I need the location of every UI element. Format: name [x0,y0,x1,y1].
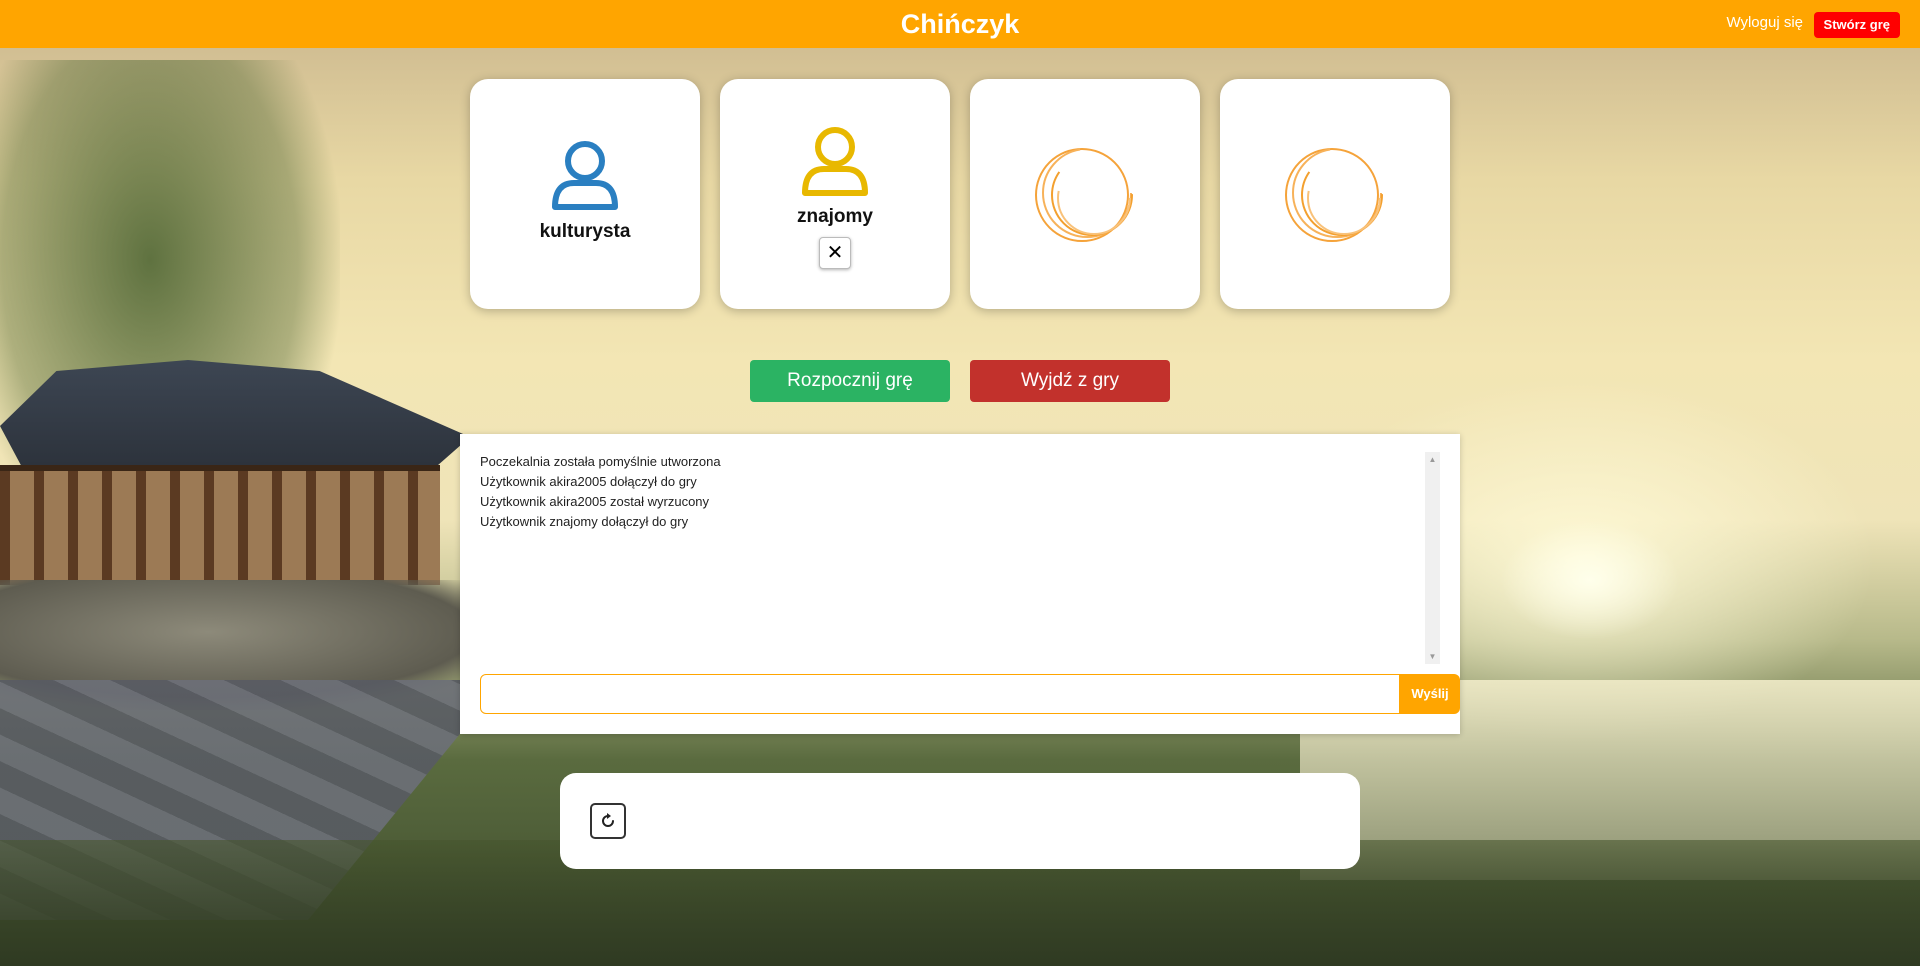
loading-spinner-icon [1285,148,1383,242]
refresh-icon [602,813,614,827]
kick-player-button[interactable]: ✕ [819,237,851,269]
player-slot-2: znajomy ✕ [720,79,950,309]
chat-panel: Poczekalnia została pomyślnie utworzona … [460,434,1460,734]
user-icon [802,127,868,196]
top-bar: Chińczyk Wyloguj się Stwórz grę [0,0,1920,48]
create-game-button[interactable]: Stwórz grę [1813,12,1900,38]
logout-link[interactable]: Wyloguj się [1726,0,1803,48]
user-icon [552,141,618,210]
chat-message: Użytkownik akira2005 został wyrzucony [480,494,710,509]
send-button[interactable]: Wyślij [1400,674,1460,714]
close-icon: ✕ [826,242,844,264]
app-title: Chińczyk [900,9,1020,39]
player-slot-4 [1220,79,1450,309]
loading-spinner-icon [1035,148,1133,242]
chat-message: Użytkownik znajomy dołączył do gry [480,514,689,529]
game-list-panel [560,773,1360,869]
chat-scrollbar[interactable]: ▲ ▼ [1425,452,1440,664]
start-game-button[interactable]: Rozpocznij grę [750,360,950,402]
player-name: kulturysta [539,221,631,242]
chat-message: Użytkownik akira2005 dołączył do gry [480,474,697,489]
refresh-button[interactable] [590,803,626,839]
leave-game-button[interactable]: Wyjdź z gry [970,360,1170,402]
scroll-down-icon[interactable]: ▼ [1425,649,1440,664]
chat-input[interactable] [480,674,1400,714]
chat-message: Poczekalnia została pomyślnie utworzona [480,454,721,469]
scroll-up-icon[interactable]: ▲ [1425,452,1440,467]
player-slot-3 [970,79,1200,309]
chat-log: Poczekalnia została pomyślnie utworzona … [480,452,1420,652]
player-name: znajomy [796,206,874,227]
player-slot-1: kulturysta [470,79,700,309]
